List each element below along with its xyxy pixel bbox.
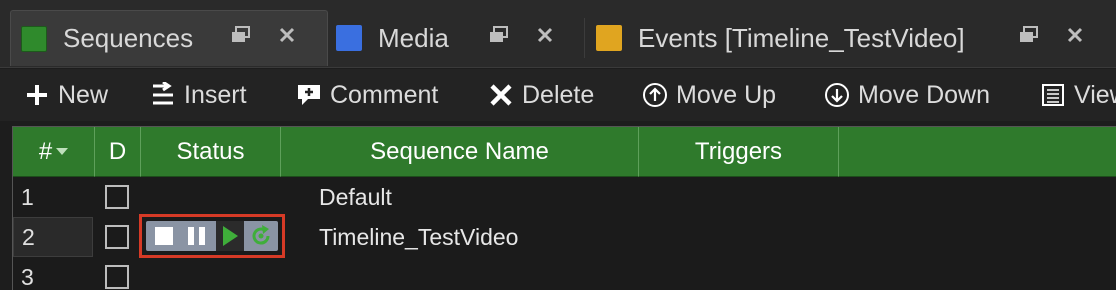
table-row[interactable]: 2 Timeline_TestVideo <box>13 214 1116 258</box>
sequence-name: Timeline_TestVideo <box>319 223 519 250</box>
delete-icon <box>488 82 514 108</box>
move-down-label: Move Down <box>858 80 990 109</box>
column-header-number[interactable]: # <box>13 127 95 177</box>
tab-events[interactable]: Events [Timeline_TestVideo] <box>596 10 996 66</box>
loop-icon[interactable] <box>246 221 276 251</box>
view-button[interactable]: View <box>1040 77 1116 113</box>
column-header-triggers[interactable]: Triggers <box>639 127 839 177</box>
arrow-up-circle-icon <box>642 82 668 108</box>
row-number: 3 <box>21 263 34 290</box>
list-view-icon <box>1040 82 1066 108</box>
close-icon[interactable] <box>534 24 556 46</box>
row-number: 1 <box>21 183 34 210</box>
comment-icon <box>296 82 322 108</box>
sequences-grid: # D Status Sequence Name Triggers 1 Defa… <box>12 126 1116 290</box>
new-label: New <box>58 80 109 109</box>
column-header-extra[interactable] <box>839 127 1116 177</box>
events-color-swatch <box>596 25 622 51</box>
column-header-d[interactable]: D <box>95 127 141 177</box>
detach-icon[interactable] <box>230 24 252 46</box>
move-up-button[interactable]: Move Up <box>642 77 776 113</box>
disabled-checkbox[interactable] <box>105 225 129 249</box>
media-color-swatch <box>336 25 362 51</box>
insert-label: Insert <box>184 80 247 109</box>
sequences-panel: Sequences Media Events [Timeline_TestVid… <box>0 0 1116 290</box>
play-icon[interactable] <box>216 221 244 251</box>
delete-label: Delete <box>522 80 595 109</box>
pause-icon[interactable] <box>184 221 210 251</box>
table-row[interactable]: 1 Default <box>13 177 1116 217</box>
move-down-button[interactable]: Move Down <box>824 77 990 113</box>
disabled-checkbox[interactable] <box>105 185 129 209</box>
view-label: View <box>1074 80 1116 109</box>
close-icon[interactable] <box>1064 24 1086 46</box>
tab-label: Events [Timeline_TestVideo] <box>638 22 965 53</box>
sequences-color-swatch <box>21 25 47 52</box>
close-icon[interactable] <box>276 24 298 46</box>
toolbar: New Insert Comment Delete Move Up Move D… <box>0 69 1116 121</box>
comment-button[interactable]: Comment <box>296 77 438 113</box>
delete-button[interactable]: Delete <box>488 77 594 113</box>
tab-label: Media <box>378 22 449 53</box>
move-up-label: Move Up <box>676 80 777 109</box>
tab-separator <box>584 18 585 58</box>
row-number: 2 <box>13 217 93 257</box>
new-button[interactable]: New <box>24 77 108 113</box>
table-row[interactable]: 3 <box>13 257 1116 290</box>
disabled-checkbox[interactable] <box>105 265 129 289</box>
sort-descending-icon <box>56 147 69 156</box>
arrow-down-circle-icon <box>824 82 850 108</box>
status-controls <box>146 221 278 251</box>
column-header-status[interactable]: Status <box>141 127 281 177</box>
tab-label: Sequences <box>63 23 194 53</box>
column-header-sequence-name[interactable]: Sequence Name <box>281 127 639 177</box>
sequence-name: Default <box>319 183 392 210</box>
status-controls-highlight <box>139 214 285 258</box>
detach-icon[interactable] <box>1018 24 1040 46</box>
stop-icon[interactable] <box>152 221 176 251</box>
insert-icon <box>150 82 176 108</box>
tab-bar: Sequences Media Events [Timeline_TestVid… <box>0 0 1116 68</box>
detach-icon[interactable] <box>488 24 510 46</box>
comment-label: Comment <box>330 80 439 109</box>
insert-button[interactable]: Insert <box>150 77 247 113</box>
plus-icon <box>24 82 50 108</box>
